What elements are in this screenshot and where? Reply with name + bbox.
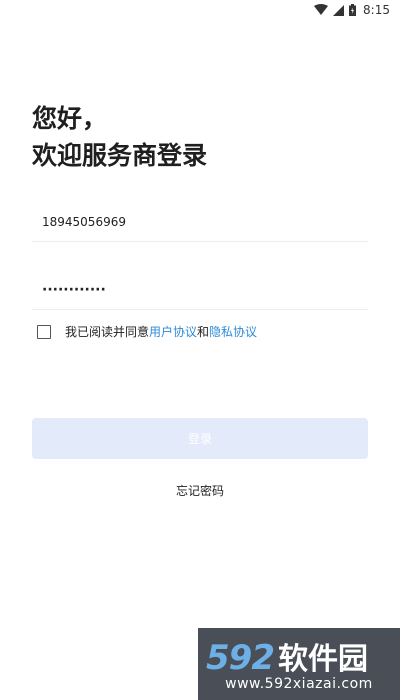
status-time: 8:15 (363, 3, 390, 17)
user-agreement-link[interactable]: 用户协议 (149, 323, 197, 340)
status-bar: 8:15 (0, 0, 400, 22)
cell-signal-icon (333, 4, 345, 16)
phone-field (32, 203, 368, 242)
password-field (32, 271, 368, 310)
password-input[interactable] (32, 271, 368, 309)
forgot-password-link[interactable]: 忘记密码 (0, 482, 400, 499)
agreement-and: 和 (197, 325, 210, 339)
agreement-prefix: 我已阅读并同意 (65, 325, 150, 339)
phone-input[interactable] (32, 203, 368, 241)
agreement-row: 我已阅读并同意 用户协议 和 隐私协议 (37, 323, 257, 340)
watermark: 592 软件园 www.592xiazai.com (198, 628, 400, 700)
login-button[interactable]: 登录 (32, 418, 368, 459)
watermark-number: 592 (206, 638, 275, 678)
watermark-url: www.592xiazai.com (225, 676, 373, 692)
watermark-logo: 592 软件园 (206, 634, 368, 678)
greeting-line-1: 您好， (32, 104, 108, 133)
agreement-checkbox[interactable] (37, 324, 51, 339)
watermark-name: 软件园 (277, 642, 368, 677)
status-icons: 8:15 (314, 3, 390, 17)
greeting: 您好， 欢迎服务商登录 (32, 100, 207, 174)
wifi-icon (314, 4, 329, 16)
battery-icon (349, 4, 357, 16)
privacy-policy-link[interactable]: 隐私协议 (209, 323, 257, 340)
greeting-line-2: 欢迎服务商登录 (32, 141, 208, 170)
